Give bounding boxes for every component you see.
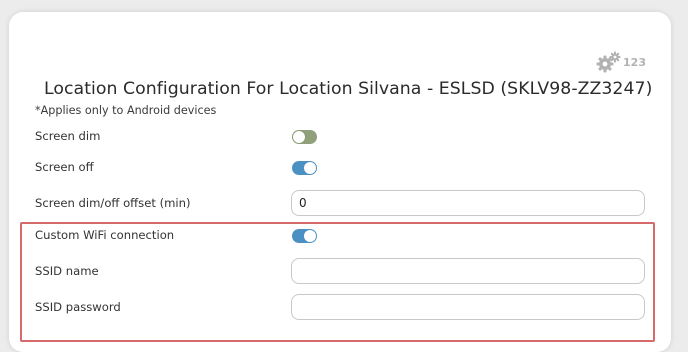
settings-count: 123	[623, 55, 646, 69]
ssid-password-label: SSID password	[35, 300, 121, 314]
custom-wifi-toggle[interactable]	[292, 229, 317, 243]
ssid-name-input[interactable]	[291, 258, 645, 284]
gears-icon	[596, 51, 622, 73]
page-title: Location Configuration For Location Silv…	[44, 79, 653, 99]
settings-indicator[interactable]: 123	[596, 51, 646, 73]
toggle-knob	[304, 162, 316, 174]
offset-label: Screen dim/off offset (min)	[35, 196, 191, 210]
screen-off-label: Screen off	[35, 160, 94, 174]
toggle-knob	[304, 230, 316, 242]
screen-dim-label: Screen dim	[35, 129, 101, 143]
android-note: *Applies only to Android devices	[35, 104, 217, 117]
screen-off-toggle[interactable]	[292, 161, 317, 175]
screen-dim-toggle[interactable]	[292, 130, 317, 144]
ssid-name-label: SSID name	[35, 264, 99, 278]
custom-wifi-label: Custom WiFi connection	[35, 228, 175, 242]
toggle-knob	[293, 131, 305, 143]
offset-input[interactable]	[291, 190, 645, 216]
ssid-password-input[interactable]	[291, 294, 645, 320]
